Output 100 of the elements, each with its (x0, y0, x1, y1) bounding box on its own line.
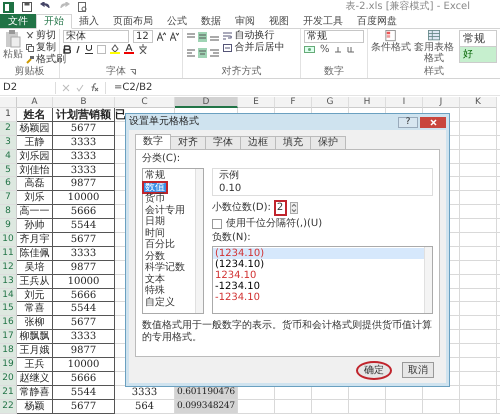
ribbon-tab[interactable]: 文件 (0, 14, 36, 28)
phonetic-icon[interactable] (138, 44, 148, 54)
dialog-launcher-icon[interactable] (130, 68, 136, 74)
row-header[interactable]: 21 (0, 386, 17, 400)
ribbon-tab[interactable]: 开始 (36, 14, 72, 29)
style-normal[interactable]: 常规 (459, 30, 497, 47)
dialog-tab[interactable]: 填充 (275, 136, 311, 149)
align-lines-icon[interactable] (186, 48, 220, 58)
row-header[interactable]: 1 (0, 108, 17, 122)
ribbon-tab[interactable]: 视图 (262, 14, 296, 28)
category-item[interactable]: 会计专用 (143, 204, 195, 216)
negative-item[interactable]: -1234.10 (213, 292, 424, 303)
column-header[interactable]: I (386, 97, 423, 108)
number-format-dropdown[interactable]: 常规 (304, 30, 364, 43)
function-icon[interactable] (90, 83, 99, 92)
merge-center-button[interactable]: 合并后居中 (223, 42, 284, 53)
row-header[interactable]: 14 (0, 288, 17, 302)
scrollbar[interactable] (195, 169, 203, 313)
print-preview-icon[interactable] (78, 2, 88, 12)
row-header[interactable]: 3 (0, 136, 17, 150)
ribbon-tab[interactable]: 数据 (194, 14, 228, 28)
ribbon-tab[interactable]: 百度网盘 (350, 14, 404, 28)
format-as-table-button[interactable]: 套用表格格式 (414, 30, 454, 66)
help-button[interactable]: ? (398, 116, 418, 128)
column-header[interactable]: A (17, 97, 53, 108)
row-header[interactable]: 7 (0, 191, 17, 206)
negative-item[interactable]: (1234.10) (213, 259, 424, 270)
row-header[interactable]: 9 (0, 219, 17, 234)
row-header[interactable]: 8 (0, 205, 17, 220)
column-header[interactable]: G (312, 97, 349, 108)
style-good[interactable]: 好 (459, 47, 497, 63)
font-color-icon[interactable] (124, 44, 134, 54)
formula-field[interactable]: =C2/B2 (105, 82, 500, 94)
wrap-text-button[interactable]: 自动换行 (223, 30, 284, 41)
row-header[interactable]: 13 (0, 274, 17, 289)
category-item[interactable]: 特殊 (143, 285, 195, 296)
row-header[interactable]: 10 (0, 233, 17, 247)
bold-icon[interactable] (63, 44, 71, 54)
ribbon-tab[interactable]: 插入 (72, 14, 106, 28)
column-header[interactable]: B (53, 97, 115, 108)
category-item[interactable]: 文本 (143, 274, 195, 285)
save-icon[interactable] (22, 2, 32, 12)
row-header[interactable]: 2 (0, 122, 17, 136)
dialog-button[interactable]: 确定 (356, 360, 392, 380)
ribbon-tab[interactable]: 页面布局 (106, 14, 160, 28)
decimals-field[interactable]: 2 (274, 200, 287, 216)
row-header[interactable]: 4 (0, 150, 17, 164)
row-header[interactable]: 6 (0, 177, 17, 192)
dialog-tab[interactable]: 边框 (240, 136, 276, 149)
currency-icon[interactable] (304, 45, 316, 54)
spinner-icon[interactable] (290, 202, 298, 214)
conditional-format-button[interactable]: 条件格式 (371, 30, 411, 66)
category-item[interactable]: 日期 (143, 216, 195, 228)
ribbon-tab[interactable]: 开发工具 (296, 14, 350, 28)
column-header[interactable]: D (175, 97, 238, 108)
category-item[interactable]: 时间 (143, 228, 195, 239)
negative-item[interactable]: 1234.10 (213, 270, 424, 281)
dialog-button[interactable]: 取消 (402, 362, 434, 378)
row-header[interactable]: 22 (0, 400, 17, 414)
column-header[interactable]: F (275, 97, 312, 108)
row-header[interactable]: 16 (0, 316, 17, 330)
dialog-tab[interactable]: 保护 (310, 136, 346, 149)
shrink-font-icon[interactable] (170, 32, 179, 41)
row-header[interactable]: 18 (0, 344, 17, 358)
row-header[interactable]: 20 (0, 372, 17, 386)
scrollbar[interactable] (424, 247, 432, 313)
category-item[interactable]: 货币 (143, 193, 195, 204)
category-item[interactable]: 百分比 (143, 239, 195, 250)
checkbox[interactable] (212, 219, 222, 229)
dialog-tab[interactable]: 数字 (135, 134, 171, 149)
category-item[interactable]: 常规 (143, 170, 195, 182)
font-size-dropdown[interactable]: 12 (133, 30, 153, 43)
italic-icon[interactable] (75, 44, 81, 54)
row-header[interactable]: 15 (0, 302, 17, 316)
column-header[interactable]: J (423, 97, 460, 108)
close-button[interactable] (420, 116, 446, 128)
name-box[interactable]: D2 (0, 82, 56, 94)
column-header[interactable]: C (115, 97, 175, 108)
row-header[interactable]: 5 (0, 164, 17, 178)
align-lines-icon[interactable] (186, 32, 220, 42)
percent-button[interactable]: % (320, 44, 330, 55)
row-header[interactable]: 19 (0, 358, 17, 372)
cut-button[interactable]: 剪切 (26, 30, 66, 41)
category-item[interactable]: 自定义 (143, 296, 195, 308)
negative-item[interactable]: -1234.10 (213, 281, 424, 292)
column-header[interactable]: H (349, 97, 386, 108)
underline-icon[interactable] (85, 44, 93, 54)
category-item[interactable]: 科学记数 (143, 262, 195, 274)
row-header[interactable]: 17 (0, 330, 17, 344)
decimal-icon[interactable] (334, 45, 356, 54)
column-header[interactable]: E (238, 97, 275, 108)
ribbon-tab[interactable]: 公式 (160, 14, 194, 28)
dialog-tab[interactable]: 字体 (205, 136, 241, 149)
format-painter-button[interactable]: 格式刷 (26, 54, 66, 65)
negative-item[interactable]: (1234.10) (213, 248, 424, 259)
paste-button[interactable]: 粘贴 (3, 30, 23, 66)
row-header[interactable]: 12 (0, 260, 17, 275)
copy-button[interactable]: 复制 (26, 42, 66, 53)
dialog-tab[interactable]: 对齐 (170, 136, 206, 149)
row-header[interactable]: 11 (0, 246, 17, 261)
